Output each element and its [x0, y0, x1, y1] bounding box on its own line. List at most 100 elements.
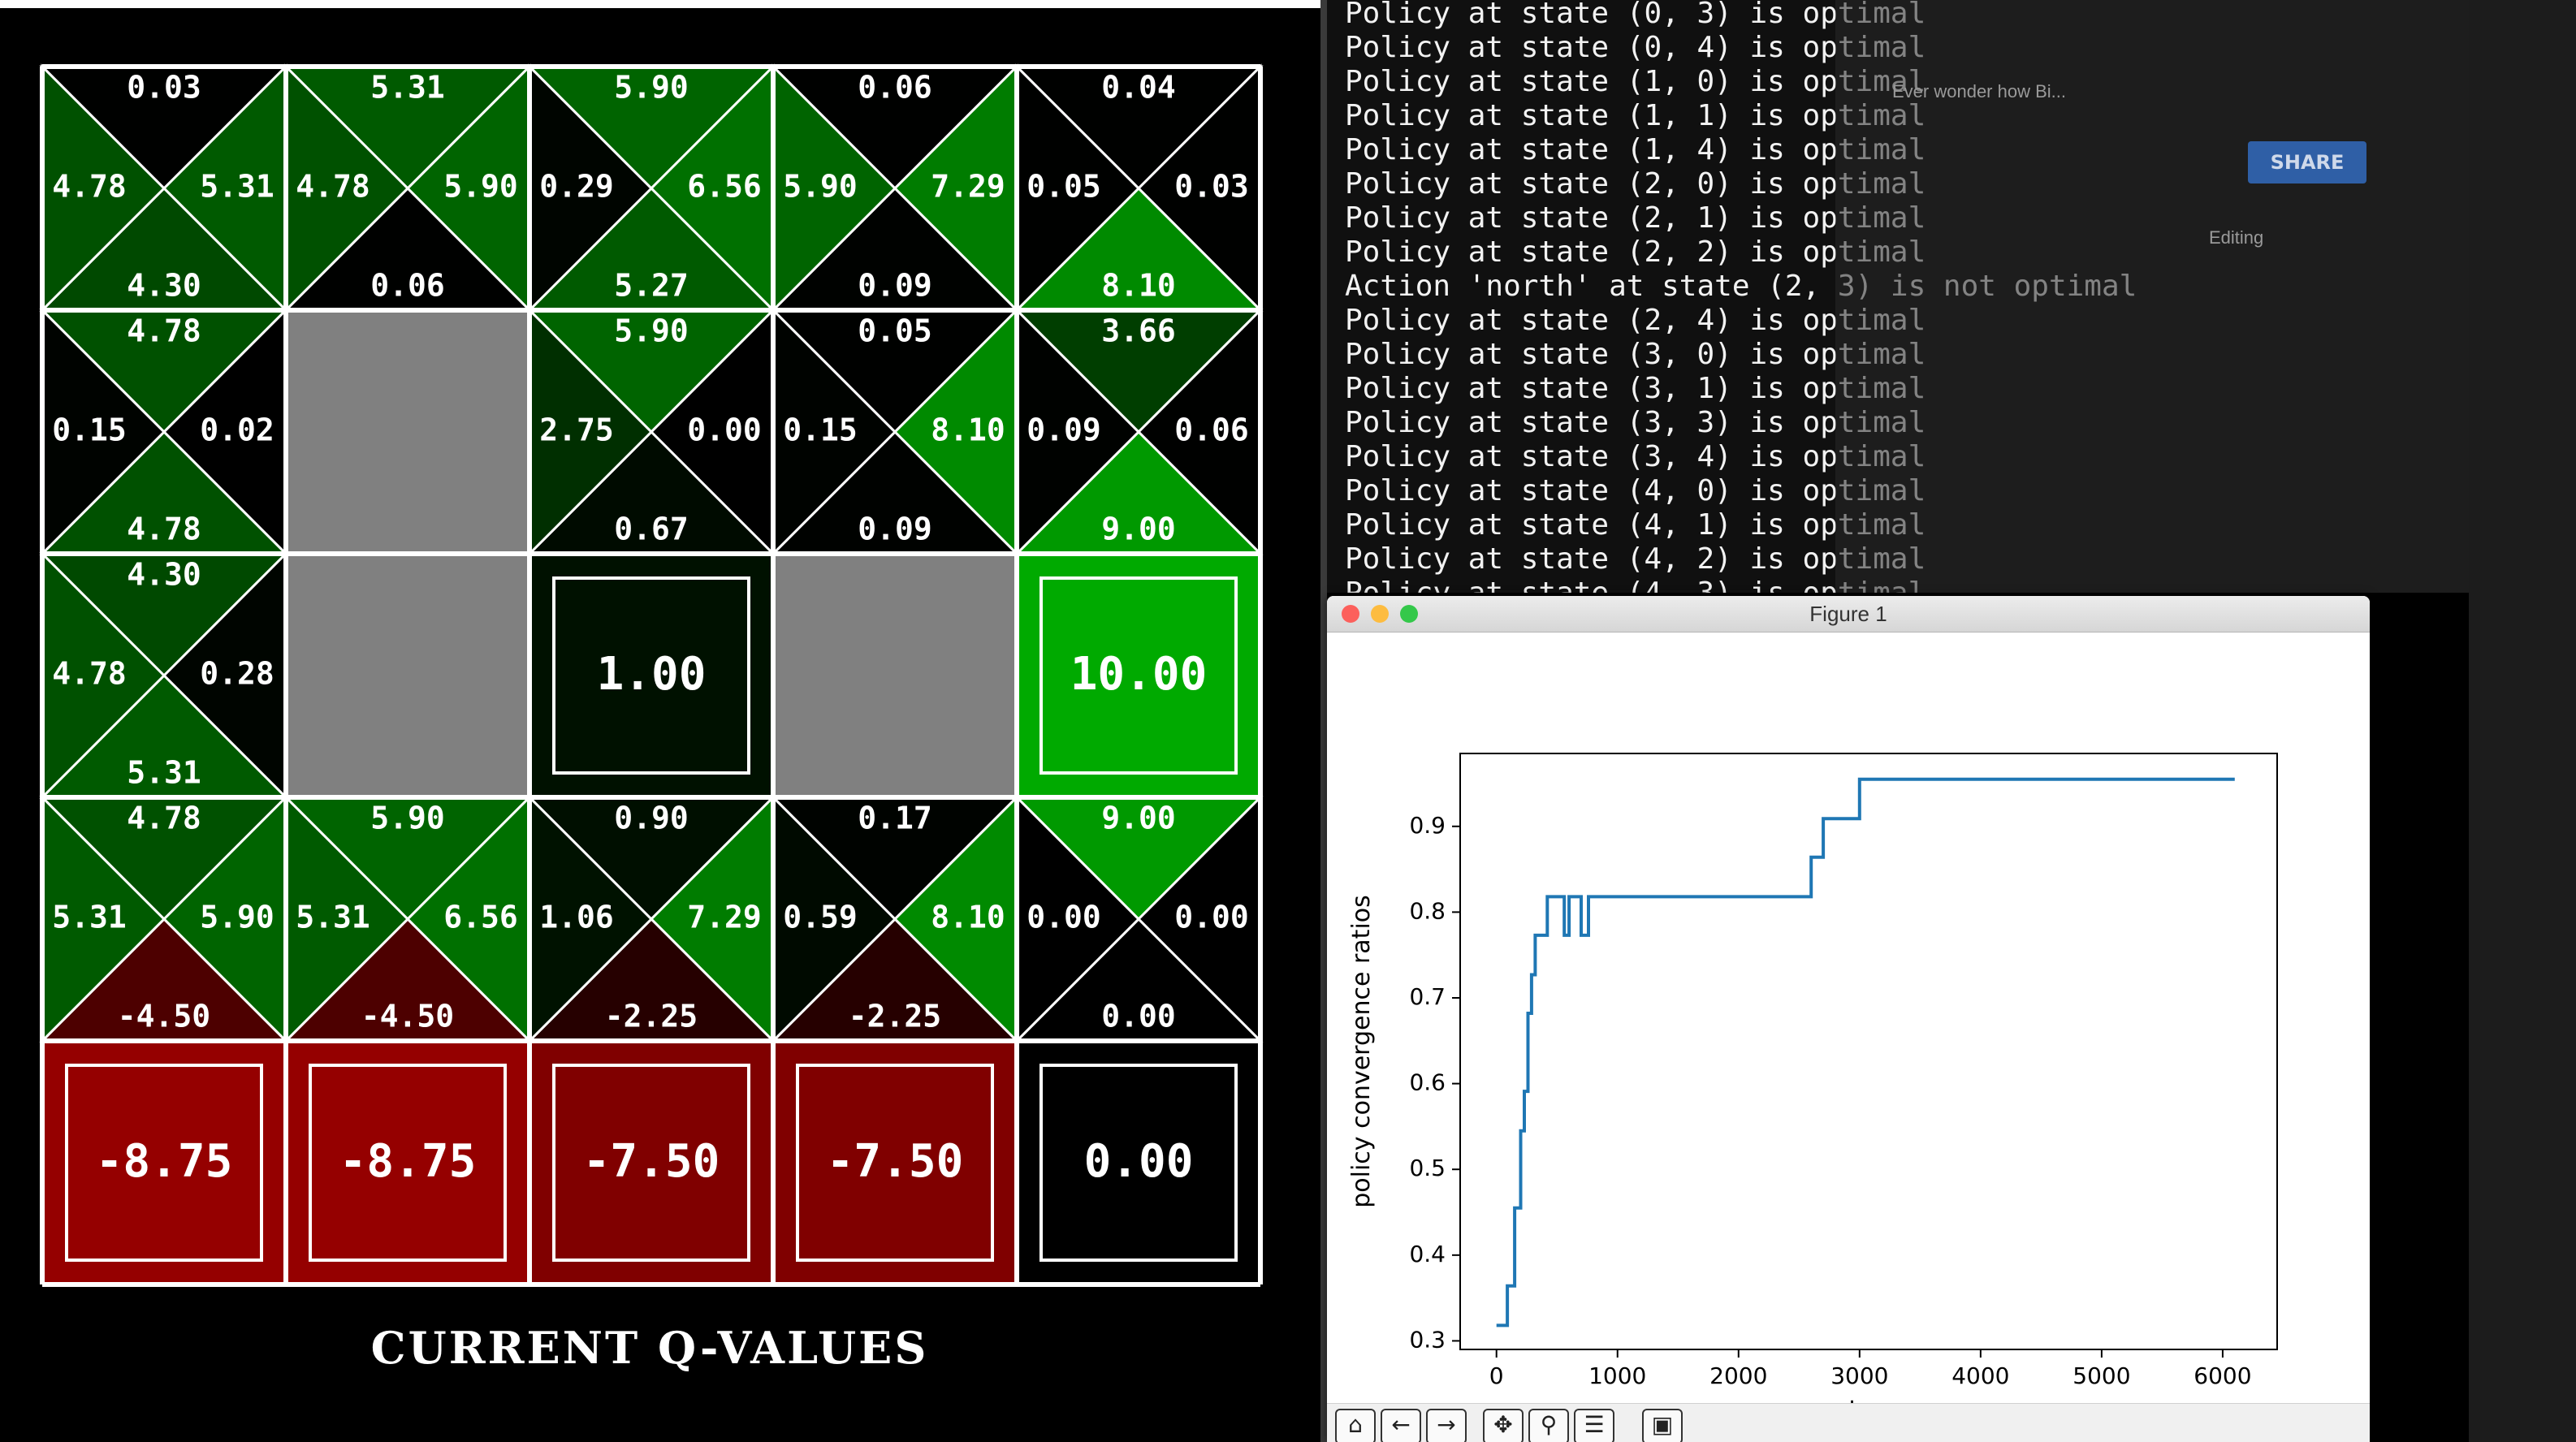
y-tick-label: 0.3 [1409, 1326, 1446, 1353]
q-value-north: 5.90 [370, 801, 445, 836]
figure-window[interactable]: Figure 1 0 1000 2000 3000 4000 5000 6000 0.3 0.4… [1327, 596, 2370, 1442]
q-value-west: 0.15 [52, 412, 127, 448]
terminal-value: -8.75 [339, 1135, 477, 1188]
q-value-south: 0.09 [858, 512, 932, 547]
pan-icon[interactable]: ✥ [1483, 1409, 1524, 1442]
terminal-value: -8.75 [96, 1135, 233, 1188]
q-value-south: 0.09 [858, 268, 932, 304]
q-value-south: 0.67 [614, 512, 689, 547]
q-value-south: 4.30 [127, 268, 201, 304]
q-value-east: 0.28 [200, 656, 274, 692]
terminal-value: -7.50 [827, 1135, 964, 1188]
q-value-west: 4.78 [296, 169, 370, 205]
q-value-east: 7.29 [687, 900, 762, 935]
q-value-north: 0.05 [858, 313, 932, 349]
back-icon[interactable]: ← [1381, 1409, 1421, 1442]
q-value-south: -4.50 [118, 999, 210, 1034]
q-value-west: 0.00 [1027, 900, 1101, 935]
q-value-west: 0.15 [783, 412, 858, 448]
y-tick-label: 0.8 [1409, 897, 1446, 924]
q-value-south: 0.06 [370, 268, 445, 304]
window-divider [1320, 0, 1327, 1442]
q-value-south: 8.10 [1101, 268, 1176, 304]
q-value-north: 4.30 [127, 557, 201, 593]
q-value-east: 0.00 [687, 412, 762, 448]
q-value-north: 4.78 [127, 801, 201, 836]
q-value-east: 5.90 [200, 900, 274, 935]
figure-titlebar[interactable]: Figure 1 [1327, 596, 2370, 632]
x-tick-label: 5000 [2072, 1362, 2130, 1389]
q-value-east: 7.29 [931, 169, 1005, 205]
q-value-east: 6.56 [443, 900, 518, 935]
wall-cell [286, 310, 529, 554]
q-value-south: -4.50 [361, 999, 454, 1034]
q-value-south: 9.00 [1101, 512, 1176, 547]
figure-toolbar: ⌂ ← → ✥ ⚲ ☰ ▣ [1327, 1403, 2370, 1442]
configure-subplots-icon[interactable]: ☰ [1574, 1409, 1614, 1442]
x-tick-label: 0 [1489, 1362, 1504, 1389]
background-browser: Ever wonder how Bi... Editing [1835, 0, 2576, 593]
q-value-north: 0.06 [858, 70, 932, 106]
q-value-west: 1.06 [539, 900, 614, 935]
q-value-north: 4.78 [127, 313, 201, 349]
q-value-east: 0.06 [1174, 412, 1249, 448]
q-value-east: 5.31 [200, 169, 274, 205]
q-value-north: 5.90 [614, 313, 689, 349]
q-value-east: 0.03 [1174, 169, 1249, 205]
q-value-south: -2.25 [849, 999, 941, 1034]
q-value-north: 0.17 [858, 801, 932, 836]
q-value-west: 5.31 [296, 900, 370, 935]
terminal-value: 1.00 [597, 648, 707, 701]
q-value-west: 0.59 [783, 900, 858, 935]
y-tick-label: 0.9 [1409, 812, 1446, 839]
plot-area [1459, 753, 2278, 1350]
x-tick-label: 2000 [1709, 1362, 1767, 1389]
x-tick-label: 1000 [1588, 1362, 1646, 1389]
q-value-west: 5.31 [52, 900, 127, 935]
q-value-north: 3.66 [1101, 313, 1176, 349]
q-value-east: 8.10 [931, 412, 1005, 448]
x-tick-label: 4000 [1951, 1362, 2009, 1389]
q-value-east: 6.56 [687, 169, 762, 205]
editing-mode-label[interactable]: Editing [2209, 227, 2263, 248]
zoom-icon[interactable]: ⚲ [1528, 1409, 1569, 1442]
y-tick-label: 0.7 [1409, 983, 1446, 1010]
y-tick-label: 0.4 [1409, 1241, 1446, 1267]
q-value-west: 0.05 [1027, 169, 1101, 205]
q-value-north: 0.90 [614, 801, 689, 836]
x-tick-label: 6000 [2193, 1362, 2251, 1389]
q-value-west: 0.29 [539, 169, 614, 205]
terminal-value: -7.50 [583, 1135, 720, 1188]
q-value-south: 4.78 [127, 512, 201, 547]
q-value-west: 4.78 [52, 656, 127, 692]
convergence-chart: 0 1000 2000 3000 4000 5000 6000 0.3 0.4 0.5 0.6 0.7… [1347, 753, 2278, 1403]
q-value-east: 8.10 [931, 900, 1005, 935]
q-value-north: 0.04 [1101, 70, 1176, 106]
q-value-north: 5.90 [614, 70, 689, 106]
q-value-south: -2.25 [605, 999, 698, 1034]
x-tick-label: 3000 [1830, 1362, 1888, 1389]
y-tick-label: 0.6 [1409, 1069, 1446, 1096]
q-value-north: 9.00 [1101, 801, 1176, 836]
q-value-west: 0.09 [1027, 412, 1101, 448]
home-icon[interactable]: ⌂ [1335, 1409, 1376, 1442]
q-value-east: 5.90 [443, 169, 518, 205]
y-tick-label: 0.5 [1409, 1155, 1446, 1181]
q-value-west: 5.90 [783, 169, 858, 205]
q-value-east: 0.02 [200, 412, 274, 448]
right-window-edge [2469, 0, 2576, 1442]
q-value-south: 5.27 [614, 268, 689, 304]
q-value-south: 5.31 [127, 755, 201, 791]
x-axis-label: steps [1836, 1396, 1902, 1403]
figure-title: Figure 1 [1809, 602, 1887, 626]
forward-icon[interactable]: → [1426, 1409, 1467, 1442]
q-value-east: 0.00 [1174, 900, 1249, 935]
y-axis-label: policy convergence ratios [1347, 895, 1376, 1208]
qvalue-grid: 0.03 4.30 5.31 4.78 5.31 0.06 5.90 4.78 5.90 5.27… [39, 63, 1264, 1287]
terminal-value: 10.00 [1070, 648, 1208, 701]
bookmark-item[interactable]: Ever wonder how Bi... [1892, 81, 2066, 102]
share-button[interactable]: SHARE [2248, 141, 2366, 183]
q-value-west: 2.75 [539, 412, 614, 448]
save-icon[interactable]: ▣ [1642, 1409, 1683, 1442]
wall-cell [286, 554, 529, 797]
